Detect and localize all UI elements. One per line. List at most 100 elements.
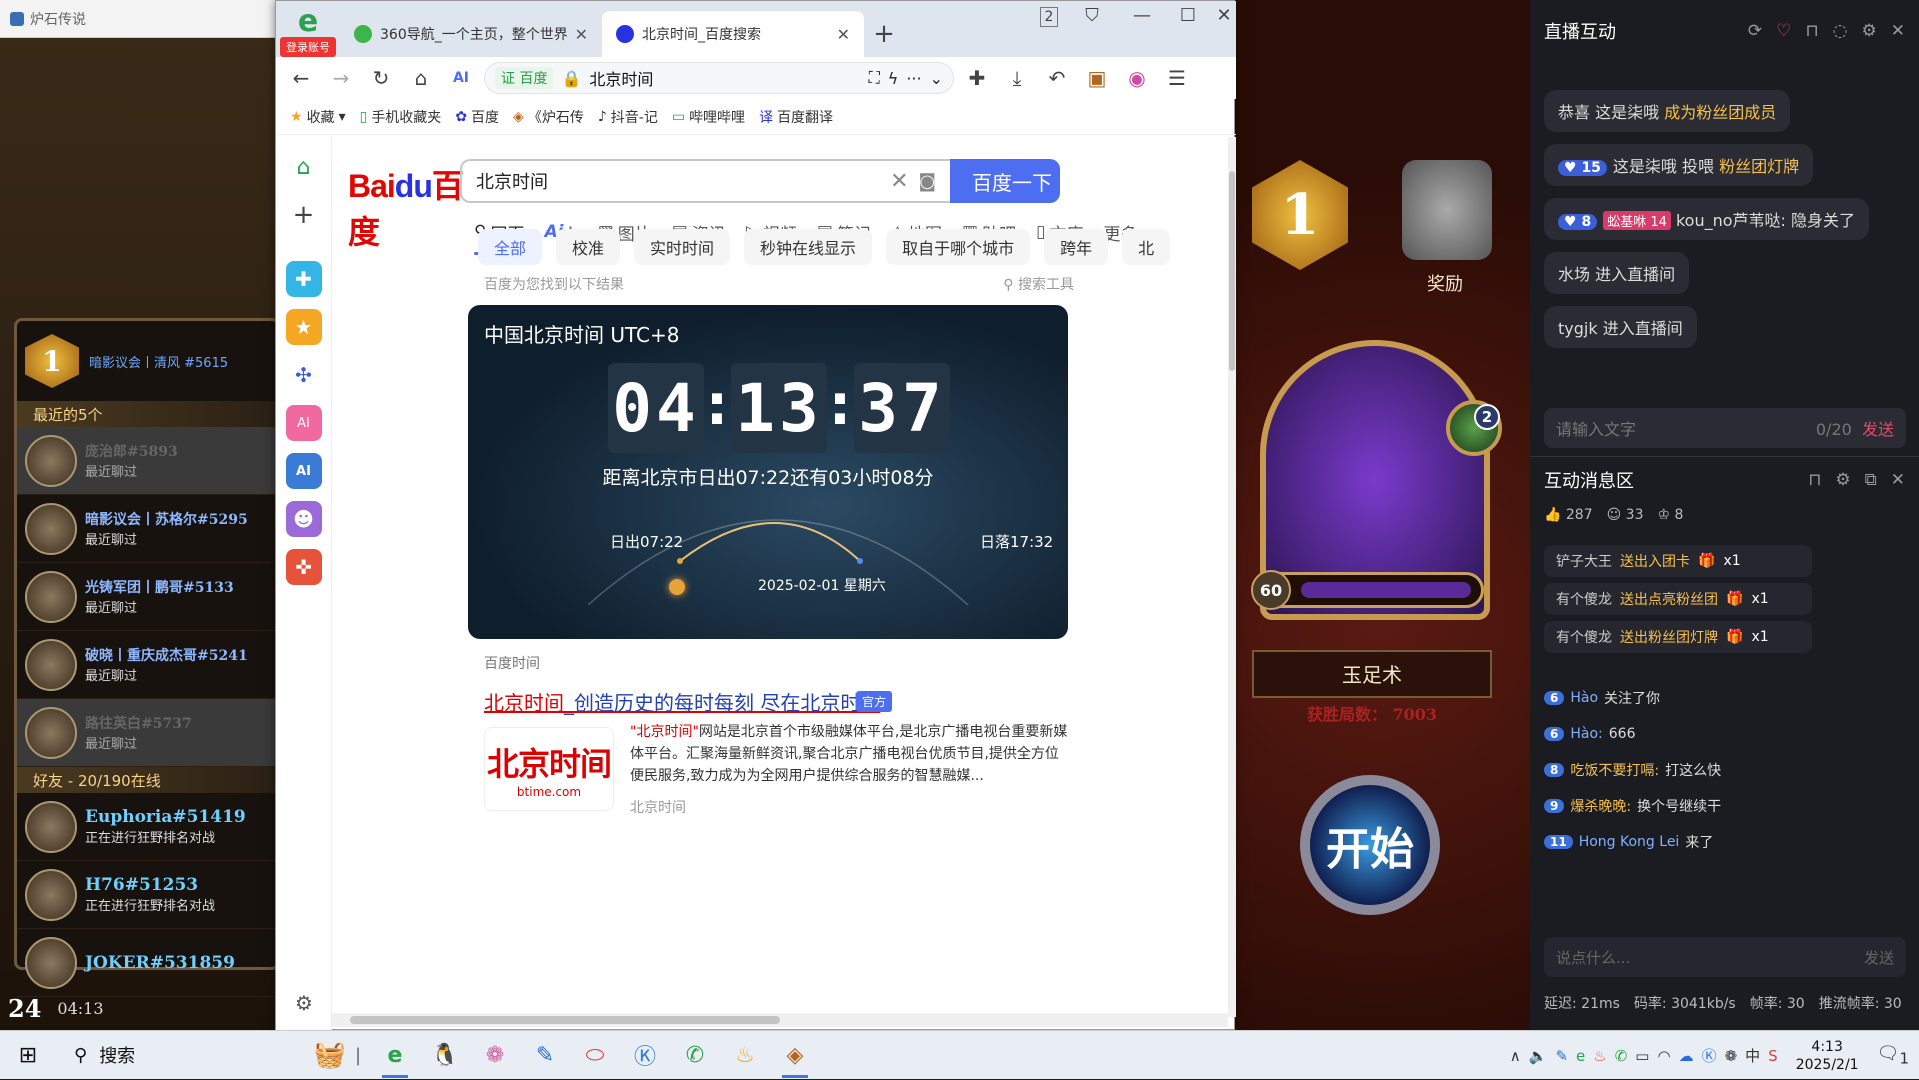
popout-icon[interactable]: ⧉	[1865, 470, 1877, 490]
chat-user[interactable]: 吃饭不要打嗝:	[1570, 760, 1659, 780]
bookmark-favorites[interactable]: ★ 收藏 ▾	[290, 107, 346, 127]
tab-baidu[interactable]: 北京时间_百度搜索 ✕	[602, 11, 864, 57]
windows-start-icon[interactable]: ⊞	[0, 1031, 56, 1080]
recent-friend[interactable]: 破晓丨重庆成杰哥#5241 最近聊过	[17, 631, 277, 699]
system-clock[interactable]: 4:13 2025/2/1	[1796, 1038, 1859, 1074]
rank-gem-large[interactable]: 1	[1252, 160, 1352, 280]
filter-chip[interactable]: 北	[1122, 229, 1171, 265]
battery-icon[interactable]: ▭	[1635, 1047, 1649, 1065]
settings-icon[interactable]: ⚙	[1862, 21, 1877, 41]
address-bar[interactable]: 证 百度 🔒 北京时间 ⛶ ϟ ··· ⌄	[484, 62, 954, 94]
refresh-icon[interactable]: ⟳	[1748, 21, 1762, 41]
search-button[interactable]: 百度一下	[950, 159, 1060, 203]
notification-icon[interactable]: 🗨1	[1877, 1043, 1909, 1068]
online-count[interactable]: 24	[8, 994, 41, 1023]
maximize-icon[interactable]: ☐	[1168, 5, 1208, 26]
friend-row[interactable]: JOKER#531859	[17, 929, 277, 997]
tray-app-icon[interactable]: ✎	[1555, 1047, 1568, 1065]
filter-chip[interactable]: 秒钟在线显示	[744, 229, 873, 265]
ai-icon[interactable]: AI	[444, 62, 478, 94]
reward-chest[interactable]: 奖励	[1390, 160, 1500, 300]
live-text-input[interactable]: 请输入文字 0/20 发送	[1544, 408, 1906, 448]
network-app-icon[interactable]: ✣	[286, 357, 322, 393]
filter-chip[interactable]: 取自于哪个城市	[886, 229, 1031, 265]
filter-chip[interactable]: 校准	[556, 229, 621, 265]
mic-icon[interactable]: ◌	[1833, 21, 1848, 41]
close-tab-icon[interactable]: ✕	[575, 25, 588, 44]
refresh-icon[interactable]: ↻	[364, 62, 398, 94]
oppo-app-icon[interactable]: ⬭	[570, 1031, 620, 1080]
send-button[interactable]: 发送	[1862, 420, 1894, 439]
ai-app-icon[interactable]: AI	[285, 453, 322, 489]
close-tab-icon[interactable]: ✕	[837, 25, 850, 44]
friends-section-label[interactable]: 好友 - 20/190在线	[17, 767, 277, 793]
bookmark-translate[interactable]: 译百度翻译	[759, 107, 833, 127]
star-app-icon[interactable]: ★	[285, 309, 322, 345]
say-input[interactable]: 说点什么... 发送	[1544, 937, 1906, 977]
settings-icon[interactable]: ⚙	[286, 985, 322, 1021]
minimize-icon[interactable]: —	[1122, 5, 1162, 26]
recent-section-label[interactable]: 最近的5个	[17, 401, 277, 427]
close-window-icon[interactable]: ✕	[1212, 5, 1236, 26]
tray-browser-icon[interactable]: e	[1576, 1047, 1585, 1065]
chevron-down-icon[interactable]: ⌄	[930, 69, 943, 88]
undo-icon[interactable]: ↶	[1040, 62, 1074, 94]
ime-indicator[interactable]: 中	[1745, 1045, 1760, 1066]
camera-icon[interactable]: ◙	[919, 171, 936, 192]
tab-360[interactable]: 360导航_一个主页，整个世界 ✕	[340, 11, 602, 57]
result-title-link[interactable]: 北京时间_创造历史的每时每刻 尽在北京时间	[484, 687, 880, 716]
login-button[interactable]: 登录账号	[280, 37, 336, 57]
chat-user[interactable]: Hào:	[1570, 726, 1602, 742]
chat-bot-icon[interactable]: ☻	[285, 501, 322, 537]
menu-icon[interactable]: ☰	[1160, 62, 1194, 94]
home-icon[interactable]: ⌂	[404, 62, 438, 94]
chat-user[interactable]: Hong Kong Lei	[1579, 834, 1680, 850]
recent-friend[interactable]: 庞治郎#5893 最近聊过	[17, 427, 277, 495]
speaker-icon[interactable]: 🔈	[1529, 1047, 1548, 1065]
heart-icon[interactable]: ♡	[1776, 21, 1791, 41]
hearthstone-taskbar-icon[interactable]: ◈	[770, 1031, 820, 1080]
close-icon[interactable]: ✕	[1891, 21, 1905, 41]
friend-row[interactable]: H76#51253 正在进行狂野排名对战	[17, 861, 277, 929]
recent-friend[interactable]: 路往英白#5737 最近聊过	[17, 699, 277, 767]
game-icon[interactable]: ✜	[285, 549, 322, 585]
tab-count-icon[interactable]: 2	[1040, 7, 1058, 27]
friend-row[interactable]: Euphoria#51419 正在进行狂野排名对战	[17, 793, 277, 861]
unlock-icon[interactable]: ⊓	[1805, 21, 1818, 41]
extensions-icon[interactable]: ✚	[960, 62, 994, 94]
ai-writer-icon[interactable]: AI	[285, 405, 322, 441]
bookmark-hearthstone[interactable]: ◈ 《炉石传	[513, 107, 584, 127]
bookmark-douyin[interactable]: ♪ 抖音-记	[598, 107, 658, 127]
taskbar-search[interactable]: ⚲ 搜索 🧺	[56, 1031, 346, 1080]
show-hidden-icon[interactable]: ∧	[1510, 1047, 1521, 1065]
qq-icon[interactable]: 🐧	[420, 1031, 470, 1080]
back-icon[interactable]: ←	[284, 62, 318, 94]
tray-bear-icon[interactable]: ❁	[1725, 1047, 1738, 1065]
browser-logo[interactable]: e 登录账号	[280, 7, 336, 59]
say-send-button[interactable]: 发送	[1864, 947, 1894, 968]
wifi-icon[interactable]: ◠	[1657, 1047, 1670, 1065]
filter-chip[interactable]: 跨年	[1044, 229, 1109, 265]
browser-taskbar-icon[interactable]: e	[370, 1031, 420, 1080]
forward-icon[interactable]: →	[324, 62, 358, 94]
chat-user[interactable]: Hào	[1570, 690, 1598, 706]
tray-cloud-icon[interactable]: ☁	[1679, 1047, 1694, 1065]
settings-icon[interactable]: ⚙	[1835, 470, 1850, 490]
filter-chip[interactable]: 全部	[478, 229, 543, 265]
vertical-scrollbar[interactable]	[1228, 137, 1236, 1017]
bookmark-mobile[interactable]: ▯ 手机收藏夹	[360, 107, 442, 127]
unlock-icon[interactable]: ⊓	[1808, 470, 1821, 490]
bookmark-bilibili[interactable]: ▭ 哔哩哔哩	[672, 107, 745, 127]
flame-app-icon[interactable]: ♨	[720, 1031, 770, 1080]
tray-s-icon[interactable]: S	[1768, 1047, 1778, 1065]
scroll-thumb[interactable]	[1229, 171, 1235, 371]
cross-app-icon[interactable]: ✚	[285, 261, 322, 297]
tray-wechat-icon[interactable]: ✆	[1615, 1047, 1628, 1065]
bear-app-icon[interactable]: ❁	[470, 1031, 520, 1080]
chat-user[interactable]: 爆杀晚晚:	[1570, 796, 1631, 816]
result-site[interactable]: 北京时间	[630, 797, 686, 817]
close-icon[interactable]: ✕	[1891, 470, 1905, 490]
player-header[interactable]: 1 暗影议会丨清风 #5615	[17, 321, 277, 401]
more-icon[interactable]: ···	[906, 69, 921, 88]
k-app-icon[interactable]: Ⓚ	[620, 1031, 670, 1080]
